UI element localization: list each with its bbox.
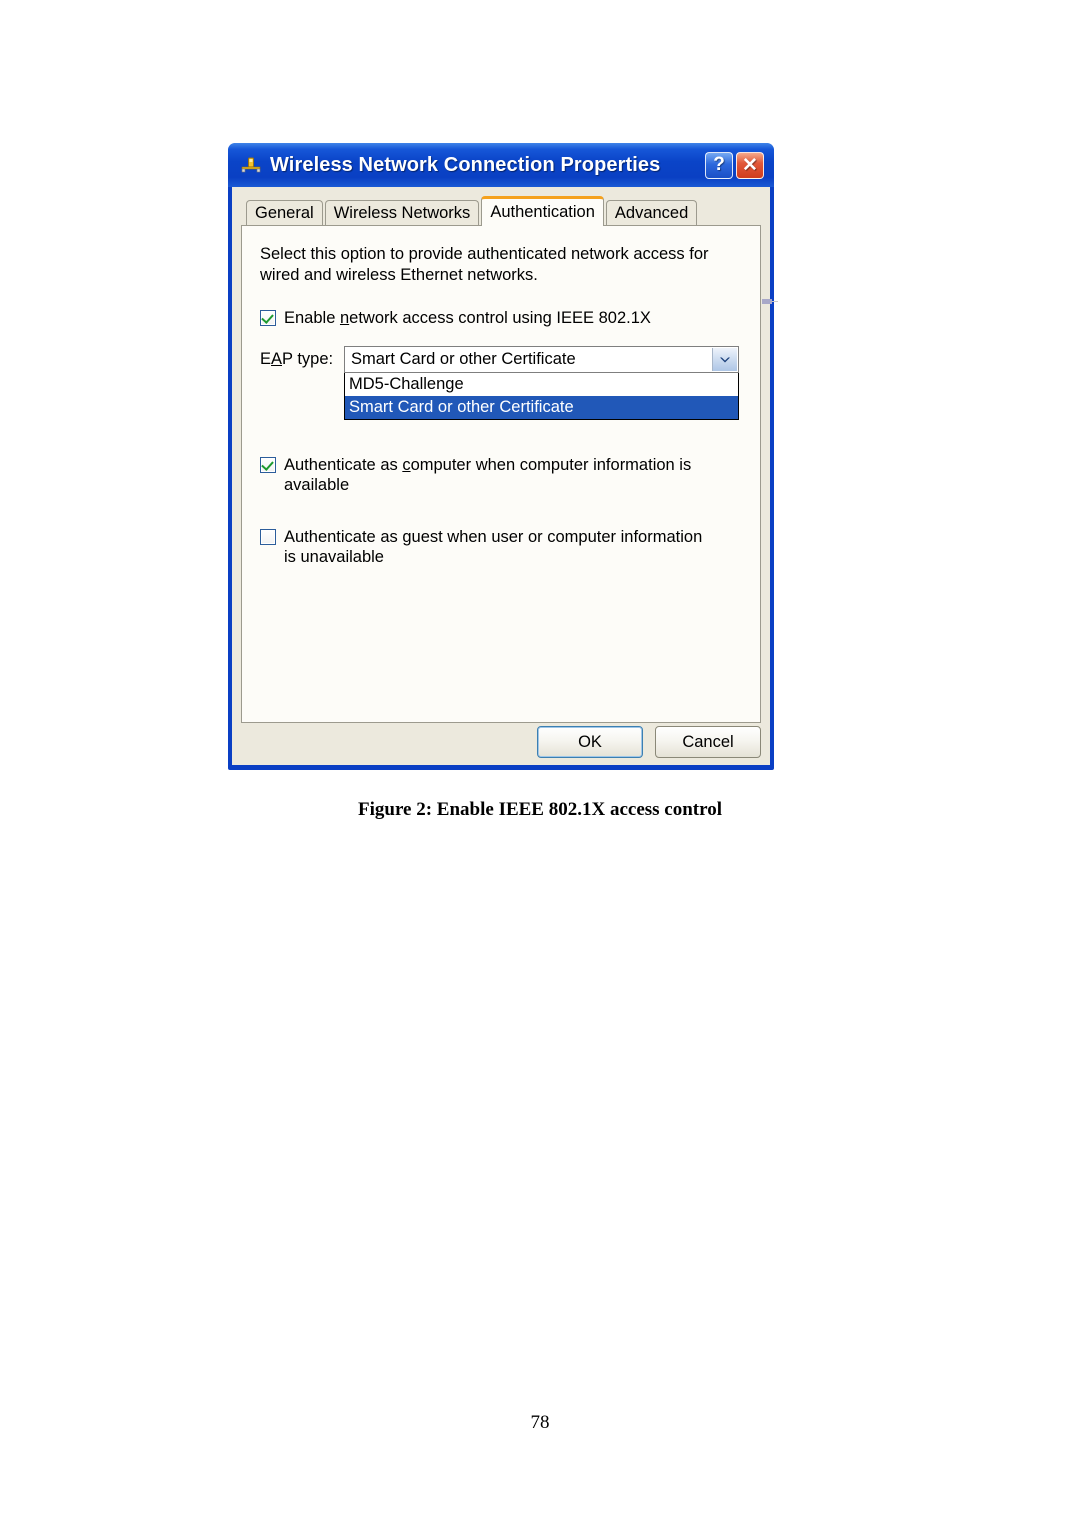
page-number: 78: [530, 1412, 550, 1433]
authentication-description: Select this option to provide authentica…: [260, 245, 709, 284]
authenticate-as-computer-checkbox[interactable]: [260, 457, 276, 473]
dialog-title: Wireless Network Connection Properties: [270, 153, 661, 176]
ok-button[interactable]: OK: [537, 726, 643, 758]
authenticate-as-guest-row[interactable]: Authenticate as guest when user or compu…: [260, 527, 742, 567]
auth-computer-label-accel: c: [402, 456, 411, 474]
authenticate-as-computer-label: Authenticate as computer when computer i…: [284, 455, 742, 495]
eap-type-selected-value: Smart Card or other Certificate: [351, 350, 576, 368]
authenticate-as-guest-label: Authenticate as guest when user or compu…: [284, 527, 714, 567]
chevron-down-icon[interactable]: [712, 348, 737, 371]
enable-8021x-label-pre: Enable: [284, 309, 340, 327]
enable-8021x-label-accel: n: [339, 309, 350, 327]
dialog-button-bar: OK Cancel: [241, 726, 761, 758]
eap-label-accel: A: [271, 350, 283, 368]
scan-artifact-line: [772, 301, 778, 302]
wireless-network-connection-properties-dialog: Wireless Network Connection Properties ?…: [228, 143, 774, 770]
dropdown-option-md5-challenge[interactable]: MD5-Challenge: [345, 373, 738, 396]
tab-strip: General Wireless Networks Authentication…: [241, 195, 761, 226]
authenticate-as-guest-checkbox[interactable]: [260, 529, 276, 545]
authenticate-as-computer-row[interactable]: Authenticate as computer when computer i…: [260, 455, 742, 495]
dialog-client-area: General Wireless Networks Authentication…: [232, 187, 770, 765]
eap-type-combobox[interactable]: Smart Card or other Certificate: [344, 346, 739, 373]
tab-general[interactable]: General: [246, 200, 323, 225]
tab-wireless-networks[interactable]: Wireless Networks: [324, 200, 480, 225]
eap-type-dropdown-list[interactable]: MD5-Challenge Smart Card or other Certif…: [344, 373, 739, 420]
auth-guest-label-accel: g: [402, 528, 412, 546]
auth-guest-label-pre: Authenticate as: [284, 528, 403, 546]
cancel-button[interactable]: Cancel: [655, 726, 761, 758]
eap-type-row: EAP type: Smart Card or other Certificat…: [260, 346, 742, 420]
network-adapter-icon: [240, 154, 262, 176]
caption-buttons: ? ✕: [705, 151, 768, 179]
document-page: Wireless Network Connection Properties ?…: [0, 0, 1080, 1528]
figure-caption: Figure 2: Enable IEEE 802.1X access cont…: [358, 799, 722, 820]
dialog-titlebar[interactable]: Wireless Network Connection Properties ?…: [228, 143, 774, 187]
enable-8021x-label: Enable network access control using IEEE…: [284, 308, 651, 328]
eap-type-combobox-wrap: Smart Card or other Certificate MD5-Chal…: [344, 346, 739, 420]
auth-computer-label-pre: Authenticate as: [284, 456, 403, 474]
eap-label-pre: E: [260, 350, 272, 368]
help-icon[interactable]: ?: [705, 151, 733, 179]
enable-8021x-row[interactable]: Enable network access control using IEEE…: [260, 308, 742, 328]
tab-advanced[interactable]: Advanced: [605, 200, 698, 225]
enable-8021x-checkbox[interactable]: [260, 310, 276, 326]
eap-label-post: P type:: [282, 350, 334, 368]
enable-8021x-label-post: etwork access control using IEEE 802.1X: [349, 309, 651, 327]
tab-authentication[interactable]: Authentication: [481, 196, 604, 226]
close-icon[interactable]: ✕: [736, 151, 764, 179]
dropdown-option-smart-card[interactable]: Smart Card or other Certificate: [345, 396, 738, 419]
eap-type-label: EAP type:: [260, 350, 344, 369]
authentication-tab-page: Select this option to provide authentica…: [241, 225, 761, 723]
scan-artifact: [762, 299, 772, 304]
